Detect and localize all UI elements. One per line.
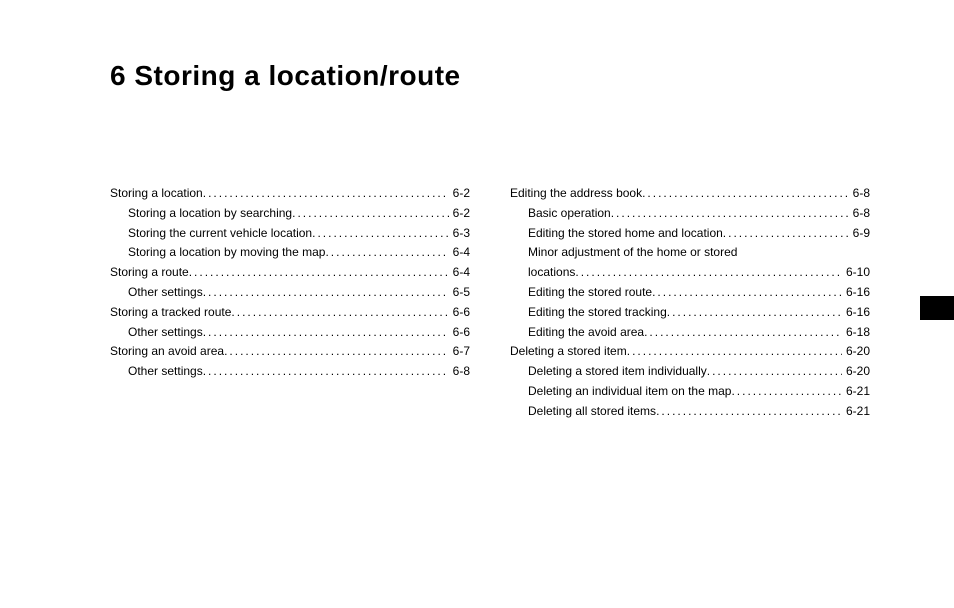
toc-entry-label: Other settings <box>110 362 203 382</box>
chapter-title: 6 Storing a location/route <box>110 60 461 92</box>
toc-entry-page: 6-9 <box>849 224 870 244</box>
toc-entry-page: 6-16 <box>842 303 870 323</box>
toc-entry-label: Deleting an individual item on the map <box>510 382 731 402</box>
toc-entry: Other settings 6-5 <box>110 283 470 303</box>
toc-entry-page: 6-7 <box>449 342 470 362</box>
toc-leader-dots <box>731 382 842 402</box>
toc-entry-label: locations <box>510 263 575 283</box>
toc-entry-label: Deleting a stored item individually <box>510 362 707 382</box>
toc-entry-label: Editing the address book <box>510 184 642 204</box>
toc-entry-page: 6-18 <box>842 323 870 343</box>
toc-leader-dots <box>312 224 449 244</box>
toc-entry-page: 6-8 <box>849 184 870 204</box>
table-of-contents: Storing a location6-2Storing a location … <box>110 184 870 422</box>
toc-entry: Storing a location 6-2 <box>110 184 470 204</box>
toc-leader-dots <box>292 204 449 224</box>
toc-entry-page: 6-2 <box>449 184 470 204</box>
chapter-number: 6 <box>110 60 126 91</box>
toc-entry-label: Storing a location by moving the map <box>110 243 325 263</box>
toc-entry-page: 6-2 <box>449 204 470 224</box>
toc-entry-page: 6-4 <box>449 243 470 263</box>
toc-entry-label: Storing an avoid area <box>110 342 224 362</box>
toc-entry: Deleting a stored item 6-20 <box>510 342 870 362</box>
toc-entry: Editing the stored home and location 6-9 <box>510 224 870 244</box>
toc-entry-label: Editing the avoid area <box>510 323 644 343</box>
toc-leader-dots <box>203 283 449 303</box>
toc-entry: Minor adjustment of the home or stored <box>510 243 870 263</box>
toc-leader-dots <box>723 224 849 244</box>
toc-entry-page: 6-6 <box>449 323 470 343</box>
toc-entry-label: Deleting all stored items <box>510 402 656 422</box>
page: 6 Storing a location/route Storing a loc… <box>0 0 954 608</box>
toc-entry-page: 6-20 <box>842 342 870 362</box>
toc-entry-label: Other settings <box>110 283 203 303</box>
chapter-title-text: Storing a location/route <box>134 60 460 91</box>
toc-entry-page: 6-8 <box>849 204 870 224</box>
toc-entry-label: Storing a tracked route <box>110 303 231 323</box>
toc-entry-page: 6-8 <box>449 362 470 382</box>
toc-entry: Storing a tracked route 6-6 <box>110 303 470 323</box>
toc-entry-label: Basic operation <box>510 204 611 224</box>
toc-leader-dots <box>642 184 849 204</box>
toc-entry-label: Other settings <box>110 323 203 343</box>
toc-entry: Editing the avoid area 6-18 <box>510 323 870 343</box>
toc-entry: Deleting an individual item on the map 6-… <box>510 382 870 402</box>
toc-leader-dots <box>325 243 448 263</box>
toc-entry-page: 6-21 <box>842 382 870 402</box>
toc-leader-dots <box>611 204 849 224</box>
toc-entry: Editing the stored tracking 6-16 <box>510 303 870 323</box>
toc-entry: Editing the address book 6-8 <box>510 184 870 204</box>
toc-entry-label: Deleting a stored item <box>510 342 627 362</box>
toc-entry: Editing the stored route 6-16 <box>510 283 870 303</box>
toc-entry-label: Storing the current vehicle location <box>110 224 312 244</box>
toc-entry-page: 6-16 <box>842 283 870 303</box>
toc-entry: Deleting a stored item individually 6-20 <box>510 362 870 382</box>
toc-leader-dots <box>575 263 842 283</box>
toc-entry-page: 6-21 <box>842 402 870 422</box>
toc-leader-dots <box>627 342 842 362</box>
toc-entry: Storing an avoid area 6-7 <box>110 342 470 362</box>
toc-entry: locations 6-10 <box>510 263 870 283</box>
toc-entry: Deleting all stored items 6-21 <box>510 402 870 422</box>
toc-leader-dots <box>203 362 449 382</box>
toc-entry-label: Editing the stored route <box>510 283 652 303</box>
toc-entry-page: 6-10 <box>842 263 870 283</box>
toc-leader-dots <box>707 362 842 382</box>
toc-column-right: Editing the address book6-8Basic operati… <box>510 184 870 422</box>
toc-leader-dots <box>189 263 449 283</box>
section-tab-marker <box>920 296 954 320</box>
toc-leader-dots <box>203 184 449 204</box>
toc-leader-dots <box>203 323 449 343</box>
toc-entry: Other settings 6-6 <box>110 323 470 343</box>
toc-leader-dots <box>667 303 842 323</box>
toc-entry: Storing a location by searching 6-2 <box>110 204 470 224</box>
toc-entry-page: 6-4 <box>449 263 470 283</box>
toc-leader-dots <box>224 342 449 362</box>
toc-entry: Other settings 6-8 <box>110 362 470 382</box>
toc-leader-dots <box>656 402 842 422</box>
toc-entry-label: Storing a route <box>110 263 189 283</box>
toc-entry-label: Editing the stored home and location <box>510 224 723 244</box>
toc-entry: Storing a route 6-4 <box>110 263 470 283</box>
toc-entry-page: 6-5 <box>449 283 470 303</box>
toc-entry: Storing a location by moving the map 6-4 <box>110 243 470 263</box>
toc-entry-label: Storing a location by searching <box>110 204 292 224</box>
toc-leader-dots <box>652 283 842 303</box>
toc-leader-dots <box>231 303 448 323</box>
toc-leader-dots <box>644 323 842 343</box>
toc-entry-page: 6-3 <box>449 224 470 244</box>
toc-entry-page: 6-6 <box>449 303 470 323</box>
toc-entry: Basic operation 6-8 <box>510 204 870 224</box>
toc-entry-page: 6-20 <box>842 362 870 382</box>
toc-entry: Storing the current vehicle location 6-3 <box>110 224 470 244</box>
toc-entry-label: Minor adjustment of the home or stored <box>510 243 737 263</box>
toc-entry-label: Editing the stored tracking <box>510 303 667 323</box>
toc-entry-label: Storing a location <box>110 184 203 204</box>
toc-column-left: Storing a location6-2Storing a location … <box>110 184 470 422</box>
